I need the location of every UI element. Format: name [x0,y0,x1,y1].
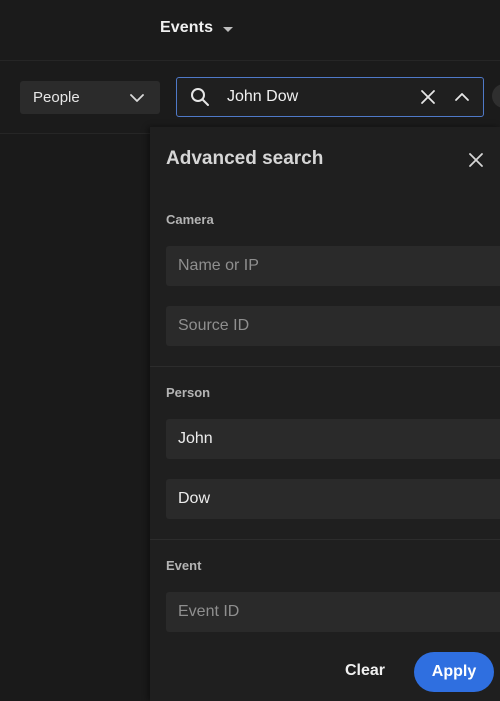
advanced-search-panel: Advanced search Camera Person Event Clea… [150,127,500,701]
divider [150,366,500,367]
close-icon[interactable] [420,89,436,105]
person-last-name-input[interactable] [166,479,500,519]
search-input[interactable] [227,84,407,110]
event-id-input[interactable] [166,592,500,632]
person-first-name-input[interactable] [166,419,500,459]
camera-section-label: Camera [166,212,214,227]
camera-source-id-input[interactable] [166,306,500,346]
chevron-up-icon[interactable] [454,89,470,105]
events-menu[interactable]: Events [160,16,234,40]
panel-title: Advanced search [166,148,324,169]
chevron-down-icon [130,93,144,102]
events-label: Events [160,19,214,36]
apply-button[interactable]: Apply [414,652,494,692]
camera-name-input[interactable] [166,246,500,286]
caret-down-icon [223,26,234,32]
events-app: Events People Advanced [0,0,500,701]
clear-button[interactable]: Clear [336,652,394,690]
category-selected-value: People [33,89,80,106]
divider [150,539,500,540]
event-section-label: Event [166,558,202,573]
search-icon [191,88,209,106]
filter-row: People [0,61,500,134]
search-box[interactable] [176,77,484,117]
close-panel-icon[interactable] [468,152,484,168]
person-section-label: Person [166,385,211,400]
category-select[interactable]: People [20,81,160,114]
top-bar: Events [0,0,500,61]
